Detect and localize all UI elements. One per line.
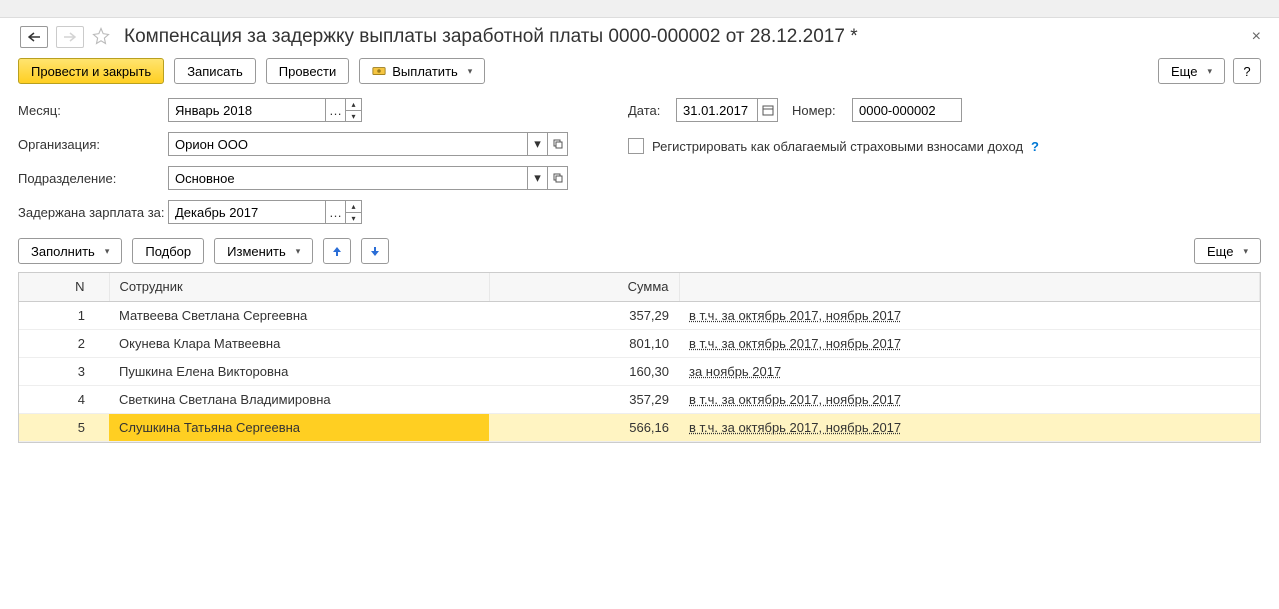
move-up-button[interactable]: [323, 238, 351, 264]
fill-button[interactable]: Заполнить▾: [18, 238, 122, 264]
col-header-n[interactable]: N: [19, 273, 109, 301]
nav-back-button[interactable]: [20, 26, 48, 48]
delayed-spin-down-button[interactable]: ▾: [346, 212, 362, 224]
cell-employee: Слушкина Татьяна Сергеевна: [109, 413, 489, 441]
col-header-link: [679, 273, 1260, 301]
chevron-down-icon: ▾: [468, 66, 473, 77]
month-input[interactable]: [168, 98, 326, 122]
date-label: Дата:: [628, 103, 676, 118]
cell-sum: 801,10: [489, 329, 679, 357]
cell-n: 2: [19, 329, 109, 357]
close-icon[interactable]: ×: [1252, 28, 1261, 46]
cell-n: 4: [19, 385, 109, 413]
cell-sum: 566,16: [489, 413, 679, 441]
dept-open-button[interactable]: [548, 166, 568, 190]
money-icon: [372, 64, 386, 78]
col-header-employee[interactable]: Сотрудник: [109, 273, 489, 301]
delayed-spin-up-button[interactable]: ▴: [346, 200, 362, 212]
main-toolbar: Провести и закрыть Записать Провести Вып…: [0, 58, 1279, 98]
detail-link[interactable]: за ноябрь 2017: [689, 364, 781, 379]
dept-label: Подразделение:: [18, 171, 168, 186]
month-label: Месяц:: [18, 103, 168, 118]
calendar-icon[interactable]: [758, 98, 778, 122]
date-input[interactable]: [676, 98, 758, 122]
table-toolbar: Заполнить▾ Подбор Изменить▾ Еще▾: [0, 224, 1279, 272]
more-button[interactable]: Еще▾: [1158, 58, 1225, 84]
header: Компенсация за задержку выплаты заработн…: [0, 18, 1279, 58]
detail-link[interactable]: в т.ч. за октябрь 2017, ноябрь 2017: [689, 420, 901, 435]
chevron-down-icon: ▾: [1243, 246, 1248, 257]
cell-employee: Матвеева Светлана Сергеевна: [109, 301, 489, 329]
cell-employee: Пушкина Елена Викторовна: [109, 357, 489, 385]
post-button[interactable]: Провести: [266, 58, 350, 84]
cell-sum: 160,30: [489, 357, 679, 385]
pick-button[interactable]: Подбор: [132, 238, 204, 264]
cell-n: 3: [19, 357, 109, 385]
dept-dropdown-button[interactable]: ▾: [528, 166, 548, 190]
month-select-button[interactable]: …: [326, 98, 346, 122]
table-row[interactable]: 3Пушкина Елена Викторовна160,30 за ноябрь…: [19, 357, 1260, 385]
pay-button[interactable]: Выплатить ▾: [359, 58, 485, 84]
register-tax-label: Регистрировать как облагаемый страховыми…: [652, 139, 1023, 154]
org-input[interactable]: [168, 132, 528, 156]
table-row[interactable]: 4Светкина Светлана Владимировна357,29 в т…: [19, 385, 1260, 413]
table-more-button[interactable]: Еще▾: [1194, 238, 1261, 264]
col-header-sum[interactable]: Сумма: [489, 273, 679, 301]
org-label: Организация:: [18, 137, 168, 152]
org-dropdown-button[interactable]: ▾: [528, 132, 548, 156]
delayed-select-button[interactable]: …: [326, 200, 346, 224]
move-down-button[interactable]: [361, 238, 389, 264]
table-row[interactable]: 5Слушкина Татьяна Сергеевна566,16 в т.ч. …: [19, 413, 1260, 441]
help-button[interactable]: ?: [1233, 58, 1261, 84]
delayed-input[interactable]: [168, 200, 326, 224]
chevron-down-icon: ▾: [1207, 66, 1212, 77]
detail-link[interactable]: в т.ч. за октябрь 2017, ноябрь 2017: [689, 308, 901, 323]
chevron-down-icon: ▾: [105, 246, 110, 257]
nav-forward-button[interactable]: [56, 26, 84, 48]
month-spin-down-button[interactable]: ▾: [346, 110, 362, 122]
month-spin-up-button[interactable]: ▴: [346, 98, 362, 110]
dept-input[interactable]: [168, 166, 528, 190]
cell-employee: Светкина Светлана Владимировна: [109, 385, 489, 413]
detail-link[interactable]: в т.ч. за октябрь 2017, ноябрь 2017: [689, 336, 901, 351]
cell-n: 5: [19, 413, 109, 441]
org-open-button[interactable]: [548, 132, 568, 156]
table-row[interactable]: 2Окунева Клара Матвеевна801,10 в т.ч. за …: [19, 329, 1260, 357]
register-tax-checkbox[interactable]: [628, 138, 644, 154]
detail-link[interactable]: в т.ч. за октябрь 2017, ноябрь 2017: [689, 392, 901, 407]
delayed-label: Задержана зарплата за:: [18, 205, 168, 220]
chevron-down-icon: ▾: [296, 246, 301, 257]
cell-employee: Окунева Клара Матвеевна: [109, 329, 489, 357]
favorite-star-icon[interactable]: [92, 27, 110, 48]
number-input[interactable]: [852, 98, 962, 122]
employees-table: N Сотрудник Сумма 1Матвеева Светлана Сер…: [19, 273, 1260, 442]
cell-n: 1: [19, 301, 109, 329]
form-area: Месяц: … ▴ ▾ Организация: ▾ Подразделени…: [0, 98, 1279, 224]
number-label: Номер:: [792, 103, 852, 118]
write-button[interactable]: Записать: [174, 58, 256, 84]
table-row[interactable]: 1Матвеева Светлана Сергеевна357,29 в т.ч.…: [19, 301, 1260, 329]
cell-sum: 357,29: [489, 385, 679, 413]
post-and-close-button[interactable]: Провести и закрыть: [18, 58, 164, 84]
edit-button[interactable]: Изменить▾: [214, 238, 313, 264]
help-icon[interactable]: ?: [1031, 139, 1039, 154]
page-title: Компенсация за задержку выплаты заработн…: [124, 26, 858, 48]
cell-sum: 357,29: [489, 301, 679, 329]
pay-button-label: Выплатить: [392, 64, 458, 79]
